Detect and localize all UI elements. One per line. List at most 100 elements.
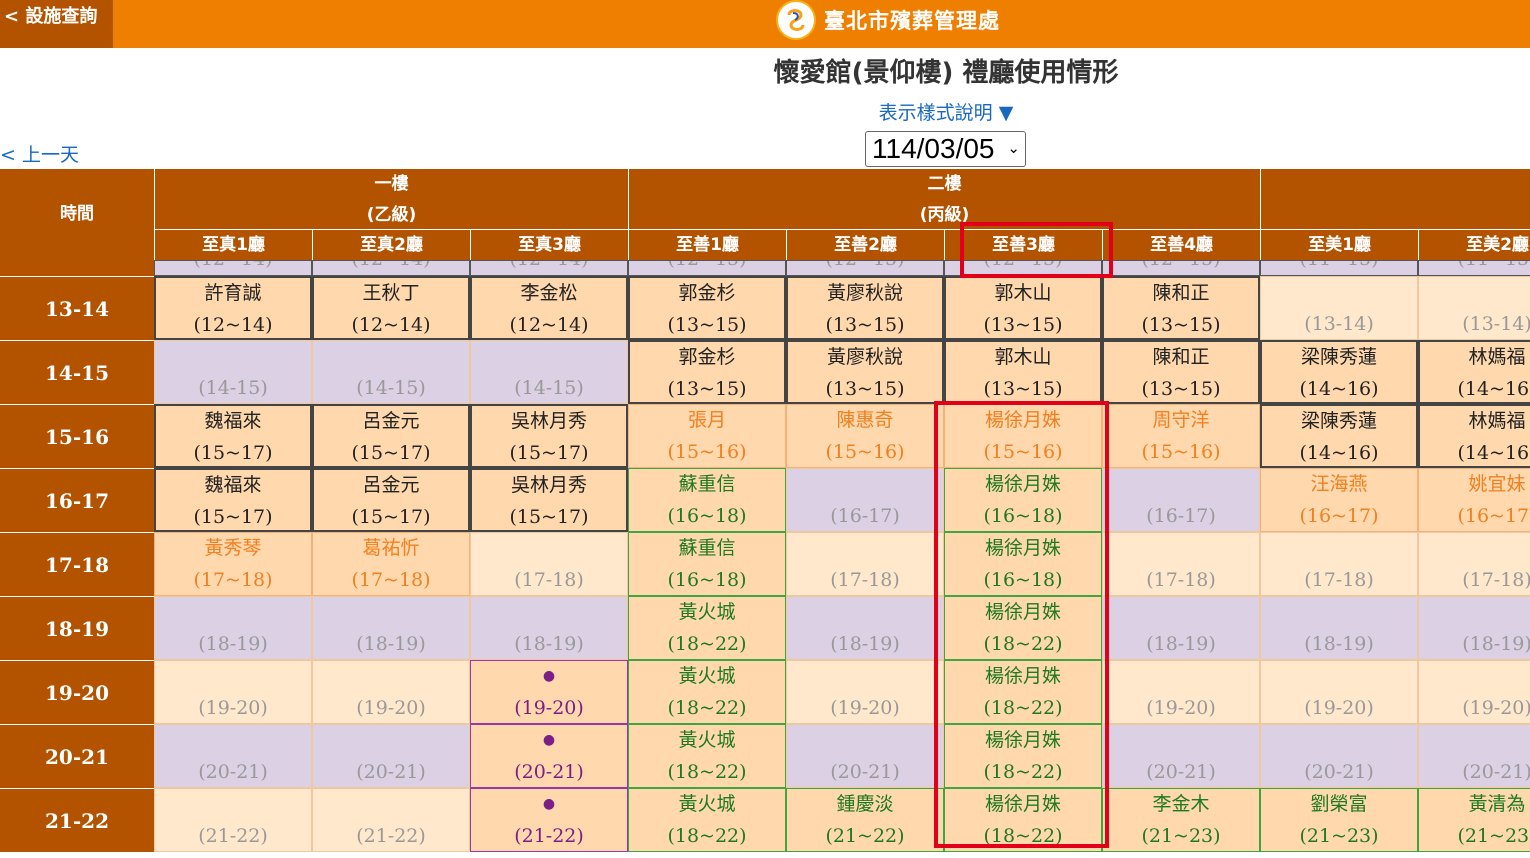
schedule-cell[interactable]: ● (19-20) — [470, 660, 628, 724]
schedule-cell[interactable]: 呂金元 (15~17) — [312, 468, 470, 532]
schedule-cell[interactable]: 黃火城 (18~22) — [628, 724, 786, 788]
schedule-cell[interactable]: (13-14) — [1260, 276, 1418, 340]
schedule-cell[interactable]: (17-18) — [786, 532, 944, 596]
schedule-cell[interactable]: 李金松 (12~14) — [470, 276, 628, 340]
schedule-cell[interactable]: (18-19) — [1102, 596, 1260, 660]
schedule-cell[interactable]: (20-21) — [1102, 724, 1260, 788]
schedule-cell[interactable]: 吳林月秀 (15~17) — [470, 468, 628, 532]
schedule-cell[interactable]: (19-20) — [312, 660, 470, 724]
schedule-cell[interactable]: 王秋丁 (12~14) — [312, 276, 470, 340]
schedule-cell[interactable]: (17-18) — [470, 532, 628, 596]
facility-search-back-button[interactable]: < 設施查詢 — [0, 0, 113, 48]
schedule-cell[interactable]: (20-21) — [1418, 724, 1530, 788]
hall-header-1[interactable]: 至真1廳 — [154, 229, 312, 260]
schedule-cell[interactable]: 李金木 (21~23) — [1102, 788, 1260, 852]
schedule-cell[interactable]: (16-17) — [786, 468, 944, 532]
schedule-cell[interactable]: (20-21) — [1260, 724, 1418, 788]
schedule-cell-partial[interactable]: (12~15) — [786, 260, 944, 276]
schedule-cell[interactable]: (18-19) — [1418, 596, 1530, 660]
schedule-cell[interactable]: 蘇重信 (16~18) — [628, 532, 786, 596]
schedule-cell[interactable]: 郭木山 (13~15) — [944, 276, 1102, 340]
schedule-cell[interactable]: 黃清為 (21~23) — [1418, 788, 1530, 852]
schedule-cell[interactable]: 楊徐月姝 (16~18) — [944, 468, 1102, 532]
schedule-cell[interactable]: (18-19) — [312, 596, 470, 660]
schedule-cell[interactable]: 呂金元 (15~17) — [312, 404, 470, 468]
hall-header-9[interactable]: 至美2廳 — [1418, 229, 1530, 260]
schedule-cell[interactable]: 楊徐月姝 (18~22) — [944, 724, 1102, 788]
schedule-cell[interactable]: 陳惠奇 (15~16) — [786, 404, 944, 468]
schedule-cell-partial[interactable]: (12~14) — [470, 260, 628, 276]
schedule-cell[interactable]: 黃火城 (18~22) — [628, 596, 786, 660]
schedule-cell[interactable]: (20-21) — [786, 724, 944, 788]
hall-header-2[interactable]: 至真2廳 — [312, 229, 470, 260]
schedule-cell[interactable]: 魏福來 (15~17) — [154, 468, 312, 532]
schedule-cell-partial[interactable]: (12~15) — [944, 260, 1102, 276]
previous-day-link[interactable]: < 上一天 — [0, 140, 79, 167]
schedule-cell[interactable]: 葛祐忻 (17~18) — [312, 532, 470, 596]
schedule-cell[interactable]: (18-19) — [470, 596, 628, 660]
schedule-cell[interactable]: (16-17) — [1102, 468, 1260, 532]
schedule-cell[interactable]: (19-20) — [1418, 660, 1530, 724]
hall-header-8[interactable]: 至美1廳 — [1260, 229, 1418, 260]
schedule-cell[interactable]: 郭金杉 (13~15) — [628, 276, 786, 340]
schedule-cell[interactable]: (20-21) — [312, 724, 470, 788]
schedule-cell[interactable]: (14-15) — [154, 340, 312, 404]
schedule-cell[interactable]: 楊徐月姝 (18~22) — [944, 660, 1102, 724]
schedule-cell[interactable]: 黃火城 (18~22) — [628, 660, 786, 724]
schedule-cell[interactable]: (19-20) — [154, 660, 312, 724]
schedule-cell[interactable]: (18-19) — [154, 596, 312, 660]
schedule-cell[interactable]: (19-20) — [1102, 660, 1260, 724]
hall-header-6[interactable]: 至善3廳 — [944, 229, 1102, 260]
schedule-cell[interactable]: 黃廖秋說 (13~15) — [786, 340, 944, 404]
schedule-cell[interactable]: ● (21-22) — [470, 788, 628, 852]
schedule-cell[interactable]: (20-21) — [154, 724, 312, 788]
schedule-cell[interactable]: 劉榮富 (21~23) — [1260, 788, 1418, 852]
schedule-cell[interactable]: ● (20-21) — [470, 724, 628, 788]
schedule-cell[interactable]: (17-18) — [1260, 532, 1418, 596]
schedule-cell-partial[interactable]: (12~15) — [1102, 260, 1260, 276]
schedule-cell[interactable]: 黃火城 (18~22) — [628, 788, 786, 852]
schedule-cell[interactable]: 梁陳秀蓮 (14~16) — [1260, 404, 1418, 468]
schedule-cell[interactable]: 吳林月秀 (15~17) — [470, 404, 628, 468]
hall-header-7[interactable]: 至善4廳 — [1102, 229, 1260, 260]
schedule-cell[interactable]: 黃秀琴 (17~18) — [154, 532, 312, 596]
schedule-cell-partial[interactable]: (12~14) — [154, 260, 312, 276]
schedule-cell[interactable]: 楊徐月姝 (15~16) — [944, 404, 1102, 468]
schedule-cell[interactable]: 陳和正 (13~15) — [1102, 340, 1260, 404]
date-select[interactable]: 114/03/05 ⌄ — [865, 131, 1026, 167]
schedule-cell[interactable]: 汪海燕 (16~17) — [1260, 468, 1418, 532]
schedule-cell[interactable]: 鍾慶淡 (21~22) — [786, 788, 944, 852]
schedule-cell-partial[interactable]: (11~15) — [1418, 260, 1530, 276]
schedule-cell[interactable]: (13-14) — [1418, 276, 1530, 340]
schedule-cell[interactable]: 楊徐月姝 (16~18) — [944, 532, 1102, 596]
schedule-cell-partial[interactable]: (11~15) — [1260, 260, 1418, 276]
schedule-cell[interactable]: 周守洋 (15~16) — [1102, 404, 1260, 468]
hall-header-5[interactable]: 至善2廳 — [786, 229, 944, 260]
schedule-cell[interactable]: (17-18) — [1102, 532, 1260, 596]
schedule-cell[interactable]: 郭木山 (13~15) — [944, 340, 1102, 404]
schedule-cell[interactable]: (14-15) — [312, 340, 470, 404]
schedule-cell[interactable]: 陳和正 (13~15) — [1102, 276, 1260, 340]
schedule-cell[interactable]: (14-15) — [470, 340, 628, 404]
schedule-cell[interactable]: 楊徐月姝 (18~22) — [944, 788, 1102, 852]
schedule-cell[interactable]: 郭金杉 (13~15) — [628, 340, 786, 404]
schedule-cell[interactable]: 姚宜妹 (16~17) — [1418, 468, 1530, 532]
schedule-cell[interactable]: (21-22) — [312, 788, 470, 852]
schedule-cell[interactable]: 許育誠 (12~14) — [154, 276, 312, 340]
schedule-cell[interactable]: (18-19) — [1260, 596, 1418, 660]
schedule-cell[interactable]: 張月 (15~16) — [628, 404, 786, 468]
schedule-cell[interactable]: (18-19) — [786, 596, 944, 660]
hall-header-3[interactable]: 至真3廳 — [470, 229, 628, 260]
schedule-cell[interactable]: 魏福來 (15~17) — [154, 404, 312, 468]
schedule-cell[interactable]: 楊徐月姝 (18~22) — [944, 596, 1102, 660]
schedule-cell[interactable]: 梁陳秀蓮 (14~16) — [1260, 340, 1418, 404]
schedule-cell[interactable]: 蘇重信 (16~18) — [628, 468, 786, 532]
schedule-cell[interactable]: 林媽福 (14~16) — [1418, 340, 1530, 404]
legend-toggle-link[interactable]: 表示樣式說明 ▼ — [0, 98, 1530, 125]
schedule-cell[interactable]: (21-22) — [154, 788, 312, 852]
schedule-cell[interactable]: (17-18) — [1418, 532, 1530, 596]
schedule-cell[interactable]: (19-20) — [1260, 660, 1418, 724]
schedule-cell-partial[interactable]: (12~14) — [312, 260, 470, 276]
schedule-cell[interactable]: (19-20) — [786, 660, 944, 724]
schedule-cell[interactable]: 林媽福 (14~16) — [1418, 404, 1530, 468]
